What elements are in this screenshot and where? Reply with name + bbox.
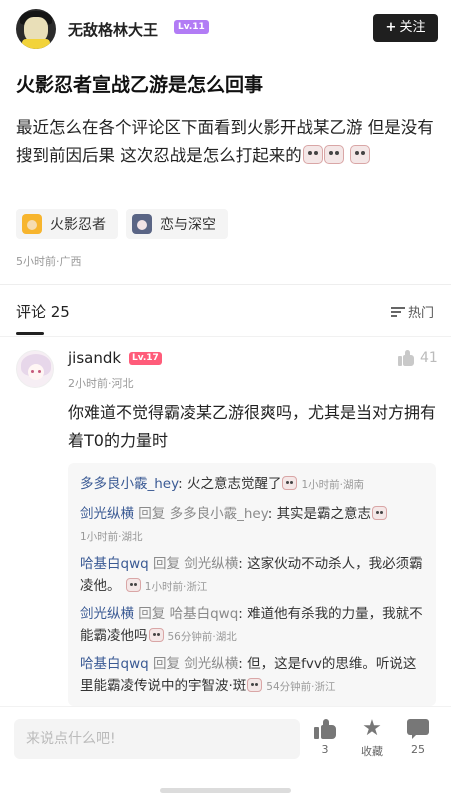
follow-button[interactable]: + 关注 (373, 14, 438, 42)
post-body: 最近怎么在各个评论区下面看到火影开战某乙游 但是没有搜到前因后果 这次忍战是怎么… (16, 114, 440, 170)
bottom-action-bar: 来说点什么吧! 3 ★ 收藏 25 (0, 706, 451, 800)
commenter-name[interactable]: jisandk (68, 349, 121, 367)
home-indicator (160, 788, 291, 793)
reply-target[interactable]: 多多良小霰_hey (170, 506, 268, 522)
post-title: 火影忍者宣战乙游是怎么回事 (16, 74, 264, 96)
divider (0, 336, 451, 337)
thumbs-up-icon (398, 350, 414, 366)
reply-time: 54分钟前·浙江 (266, 681, 336, 693)
love-and-deepspace-icon (132, 214, 152, 234)
favorite-button[interactable]: ★ 收藏 (352, 716, 392, 759)
divider (0, 284, 451, 285)
follow-label: 关注 (399, 20, 426, 35)
comment-like-count: 41 (420, 350, 438, 366)
author-avatar[interactable] (16, 9, 56, 49)
reply-item[interactable]: 剑光纵横 回复 多多良小霰_hey: 其实是霸之意志 1小时前·湖北 (80, 503, 428, 548)
reply-item[interactable]: 哈基白qwq 回复 剑光纵横: 这家伙动不动杀人，我必须霸凌他。 1小时前·浙江 (80, 553, 428, 598)
reply-time: 1小时前·湖南 (301, 479, 364, 491)
reply-text: 其实是霸之意志 (276, 506, 372, 522)
commenter-level-badge: Lv.17 (129, 352, 162, 365)
topic-tag-naruto[interactable]: 火影忍者 (16, 209, 118, 239)
post-header: 无敌格林大王 Lv.11 + 关注 (0, 0, 451, 58)
emoji-icon (302, 145, 323, 164)
comment-input[interactable]: 来说点什么吧! (14, 719, 300, 759)
comment-count: 25 (411, 743, 425, 756)
comments-count-tab[interactable]: 评论 25 (16, 301, 70, 322)
topic-tag-love-and-deepspace[interactable]: 恋与深空 (126, 209, 228, 239)
naruto-icon (22, 214, 42, 234)
reply-time: 56分钟前·湖北 (167, 631, 237, 643)
topic-tags: 火影忍者 恋与深空 (16, 209, 228, 239)
thumbs-up-icon (314, 719, 336, 739)
emoji-icon (372, 506, 388, 520)
reply-target[interactable]: 剑光纵横 (184, 556, 238, 572)
emoji-icon (148, 628, 164, 642)
comment-like-button[interactable]: 41 (398, 350, 438, 366)
sort-label: 热门 (408, 306, 435, 321)
reply-time: 1小时前·湖北 (80, 531, 143, 543)
reply-time: 1小时前·浙江 (144, 581, 208, 593)
reply-word: 回复 (138, 606, 166, 622)
comment-meta: 2小时前·河北 (68, 377, 134, 390)
reply-target[interactable]: 剑光纵横 (184, 656, 238, 672)
favorite-label: 收藏 (361, 745, 383, 758)
reply-word: 回复 (138, 506, 166, 522)
reply-item[interactable]: 多多良小霰_hey: 火之意志觉醒了 1小时前·湖南 (80, 473, 428, 496)
reply-author[interactable]: 剑光纵横 (80, 506, 134, 522)
post-meta: 5小时前·广西 (16, 255, 82, 268)
topic-tag-label: 恋与深空 (160, 217, 216, 233)
emoji-icon (247, 678, 263, 692)
like-count: 3 (321, 743, 329, 756)
reply-text: 火之意志觉醒了 (186, 476, 282, 492)
reply-item[interactable]: 哈基白qwq 回复 剑光纵横: 但，这是fvv的思维。听说这里能霸凌传说中的宇智… (80, 653, 428, 698)
reply-word: 回复 (152, 656, 180, 672)
commenter-avatar[interactable] (16, 350, 54, 388)
star-icon: ★ (362, 716, 382, 741)
emoji-icon (282, 476, 298, 490)
reply-item[interactable]: 剑光纵横 回复 哈基白qwq: 难道他有杀我的力量，我就不能霸凌他吗 56分钟前·… (80, 603, 428, 648)
reply-author[interactable]: 哈基白qwq (80, 556, 149, 572)
topic-tag-label: 火影忍者 (50, 217, 106, 233)
reply-target[interactable]: 哈基白qwq (170, 606, 239, 622)
emoji-icon (125, 578, 141, 592)
comment-bubble-icon (407, 719, 429, 739)
emoji-icon (350, 145, 370, 164)
reply-author[interactable]: 剑光纵横 (80, 606, 134, 622)
plus-icon: + (385, 20, 397, 35)
comment-text[interactable]: 你难道不觉得霸凌某乙游很爽吗，尤其是当对方拥有着T0的力量时 (68, 399, 440, 455)
reply-list: 多多良小霰_hey: 火之意志觉醒了 1小时前·湖南 剑光纵横 回复 多多良小霰_… (68, 463, 436, 706)
tab-underline (16, 332, 44, 335)
like-button[interactable]: 3 (305, 719, 345, 756)
reply-author[interactable]: 多多良小霰_hey (80, 476, 178, 492)
reply-author[interactable]: 哈基白qwq (80, 656, 149, 672)
sort-hot-button[interactable]: 热门 (391, 302, 434, 321)
author-level-badge: Lv.11 (174, 20, 209, 34)
author-name[interactable]: 无敌格林大王 (68, 19, 158, 40)
sort-icon (391, 306, 405, 318)
reply-word: 回复 (152, 556, 180, 572)
post-body-text: 最近怎么在各个评论区下面看到火影开战某乙游 但是没有搜到前因后果 这次忍战是怎么… (16, 118, 434, 165)
comment-button[interactable]: 25 (398, 719, 438, 756)
emoji-icon (323, 145, 344, 164)
